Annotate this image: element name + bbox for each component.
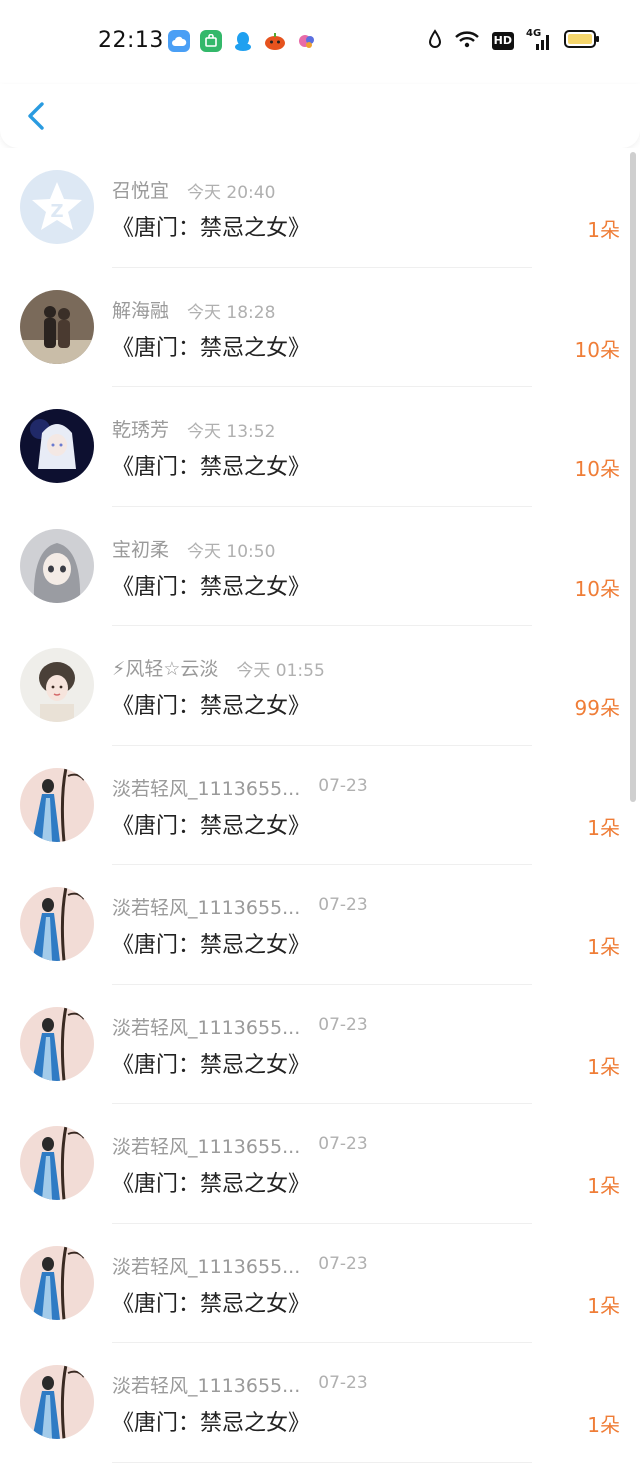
- list-item[interactable]: 淡若轻风_1113655... 07-23 《唐门：禁忌之女》 1朵: [0, 1104, 640, 1224]
- book-title: 《唐门：禁忌之女》: [112, 574, 311, 600]
- avatar[interactable]: [20, 289, 94, 364]
- book-title: 《唐门：禁忌之女》: [112, 216, 311, 241]
- book-title: 《唐门：禁忌之女》: [112, 455, 311, 480]
- list-item[interactable]: Z 召悦宜 今天 20:40 《唐门：禁忌之女》 1朵: [0, 148, 640, 268]
- avatar[interactable]: [20, 1365, 94, 1439]
- list-item[interactable]: 淡若轻风_1113655... 07-23 《唐门：禁忌之女》 1朵: [0, 746, 640, 865]
- avatar[interactable]: [20, 648, 94, 722]
- game-icon: [296, 30, 318, 52]
- sender-name: 淡若轻风_1113655...: [112, 897, 301, 919]
- avatar[interactable]: [20, 409, 94, 483]
- timestamp: 07-23: [318, 1373, 368, 1393]
- flower-count: 1朵: [587, 218, 620, 242]
- sender-name: 淡若轻风_1113655...: [112, 777, 301, 800]
- status-time: 22:13: [98, 28, 164, 53]
- list-item[interactable]: 淡若轻风_1113655... 07-23 《唐门：禁忌之女》 1朵: [0, 985, 640, 1104]
- avatar[interactable]: [20, 1245, 94, 1320]
- sender-name: 淡若轻风_1113655...: [112, 1136, 301, 1158]
- book-title: 《唐门：禁忌之女》: [112, 813, 311, 839]
- drop-icon: [428, 29, 442, 53]
- sender-name: 宝初柔: [112, 538, 170, 561]
- book-title: 《唐门：禁忌之女》: [112, 1172, 311, 1197]
- back-chevron-icon: [28, 102, 44, 130]
- avatar[interactable]: Z: [20, 170, 94, 244]
- avatar[interactable]: [20, 1126, 94, 1200]
- flower-count: 99朵: [574, 696, 620, 720]
- book-title: 《唐门：禁忌之女》: [112, 694, 311, 719]
- timestamp: 07-23: [318, 775, 368, 796]
- list-item[interactable]: 淡若轻风_1113655... 07-23 《唐门：禁忌之女》 1朵: [0, 1224, 640, 1343]
- flower-count: 1朵: [587, 1054, 620, 1079]
- avatar[interactable]: [20, 767, 94, 842]
- timestamp: 今天 18:28: [187, 302, 276, 323]
- row-divider: [112, 1461, 532, 1463]
- flower-count: 1朵: [587, 1413, 620, 1437]
- flower-count: 10朵: [574, 576, 620, 601]
- book-title: 《唐门：禁忌之女》: [112, 1291, 311, 1317]
- 4g-signal-icon: 4G: [526, 28, 552, 52]
- sender-name: 淡若轻风_1113655...: [112, 1255, 301, 1278]
- list-item[interactable]: 淡若轻风_1113655... 07-23 《唐门：禁忌之女》 1朵: [0, 865, 640, 985]
- timestamp: 今天 01:55: [236, 661, 325, 681]
- timestamp: 今天 20:40: [187, 183, 276, 203]
- avatar[interactable]: [20, 1006, 94, 1081]
- flower-count: 1朵: [587, 1174, 620, 1198]
- top-header: [0, 84, 640, 148]
- battery-icon: [564, 29, 600, 53]
- list-item[interactable]: 乾琇芳 今天 13:52 《唐门：禁忌之女》 10朵: [0, 387, 640, 507]
- book-title: 《唐门：禁忌之女》: [112, 933, 311, 958]
- store-icon: [200, 30, 222, 52]
- hd-icon: HD: [491, 32, 514, 50]
- weather-icon: [168, 30, 190, 52]
- pumpkin-icon: [264, 30, 286, 52]
- timestamp: 07-23: [318, 1253, 368, 1274]
- sender-name: 解海融: [112, 299, 170, 322]
- qq-icon: [232, 30, 254, 52]
- system-icons: HD 4G: [428, 28, 600, 54]
- sender-name: ⚡风轻☆云淡: [112, 658, 219, 680]
- book-title: 《唐门：禁忌之女》: [112, 1411, 311, 1436]
- flower-count: 1朵: [587, 935, 620, 959]
- sender-name: 召悦宜: [112, 180, 170, 202]
- svg-text:Z: Z: [50, 201, 63, 222]
- list-item[interactable]: ⚡风轻☆云淡 今天 01:55 《唐门：禁忌之女》 99朵: [0, 626, 640, 746]
- book-title: 《唐门：禁忌之女》: [112, 1052, 311, 1078]
- list-item[interactable]: 解海融 今天 18:28 《唐门：禁忌之女》 10朵: [0, 268, 640, 387]
- notification-icons: [168, 30, 318, 54]
- sender-name: 淡若轻风_1113655...: [112, 1375, 301, 1397]
- timestamp: 今天 10:50: [187, 541, 276, 562]
- back-button[interactable]: [22, 96, 52, 136]
- avatar[interactable]: [20, 887, 94, 961]
- status-bar: 22:13 HD 4G: [0, 0, 640, 84]
- flower-count: 10朵: [574, 337, 620, 362]
- book-title: 《唐门：禁忌之女》: [112, 335, 311, 361]
- flower-count: 10朵: [574, 457, 620, 481]
- timestamp: 07-23: [318, 895, 368, 915]
- sender-name: 乾琇芳: [112, 419, 170, 441]
- list-item[interactable]: 宝初柔 今天 10:50 《唐门：禁忌之女》 10朵: [0, 507, 640, 626]
- avatar[interactable]: [20, 528, 94, 603]
- sender-name: 淡若轻风_1113655...: [112, 1016, 301, 1039]
- timestamp: 今天 13:52: [187, 422, 276, 442]
- flower-count: 1朵: [587, 1293, 620, 1318]
- timestamp: 07-23: [318, 1014, 368, 1035]
- timestamp: 07-23: [318, 1134, 368, 1154]
- list-item[interactable]: 淡若轻风_1113655... 07-23 《唐门：禁忌之女》 1朵: [0, 1343, 640, 1463]
- wifi-icon: [454, 29, 480, 53]
- flower-count: 1朵: [587, 815, 620, 840]
